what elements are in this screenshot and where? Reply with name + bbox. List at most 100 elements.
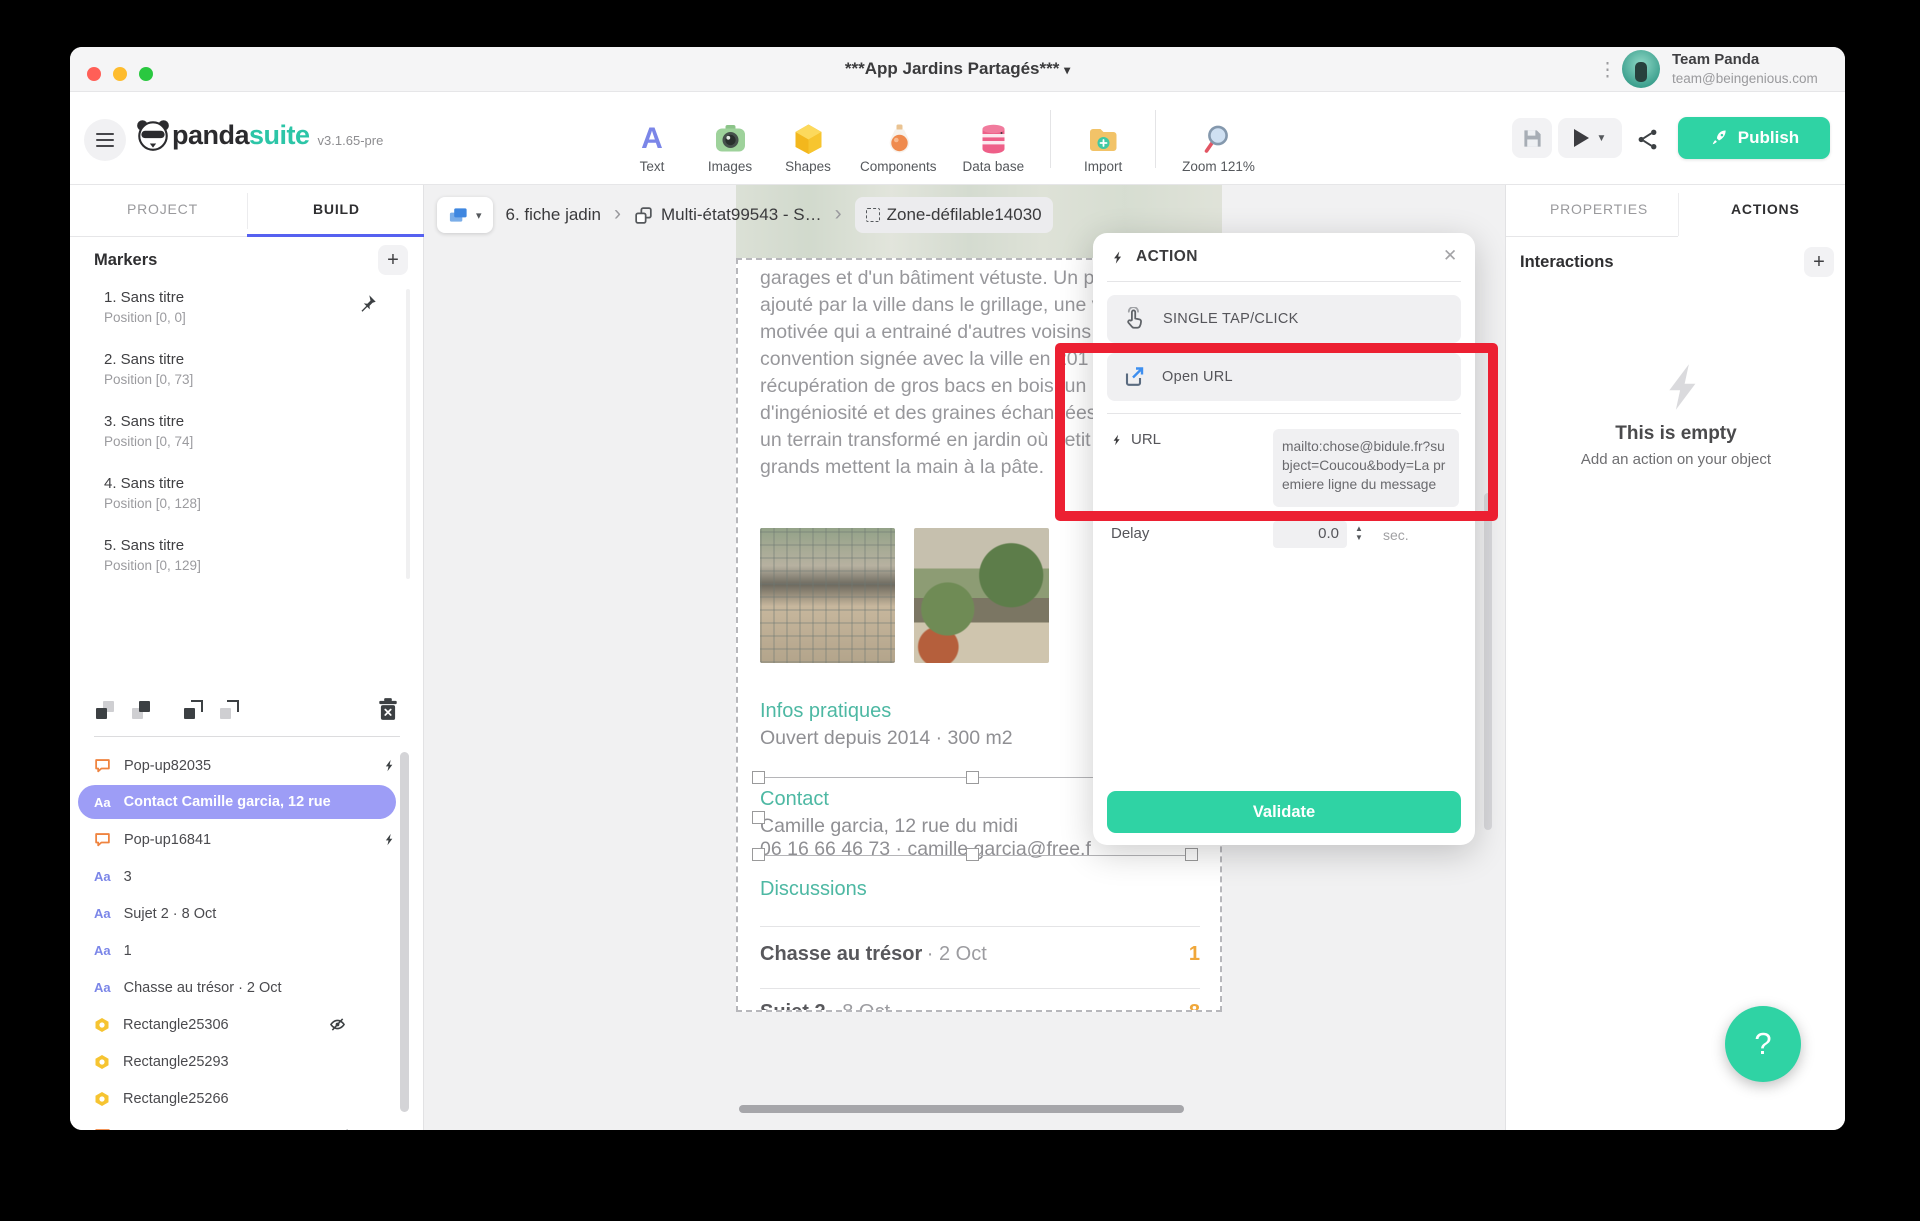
share-button[interactable] [1630, 122, 1664, 156]
bring-forward-icon[interactable] [130, 699, 152, 721]
paragraph-block[interactable]: garages et d'un bâtiment vétuste. Un p a… [760, 265, 1101, 481]
marker-item[interactable]: 5. Sans titrePosition [0, 129] [104, 537, 201, 573]
avatar[interactable] [1622, 50, 1660, 88]
discussion-row-clipped[interactable]: Sujet 2 · 8 Oct 8 [760, 1001, 1200, 1012]
layer-row[interactable]: Pop-up16841 [70, 821, 410, 858]
selection-handle[interactable] [966, 848, 979, 861]
more-options-icon[interactable]: ⋮ [1598, 59, 1617, 82]
contact-address[interactable]: Camille garcia, 12 rue du midi [760, 815, 1018, 838]
layer-row[interactable]: Aa 1 [70, 932, 410, 969]
layers-scrollbar[interactable] [400, 752, 409, 1112]
menu-button[interactable] [84, 119, 126, 161]
account-email: team@beingenious.com [1672, 71, 1818, 86]
popup-icon [94, 758, 111, 773]
tab-actions[interactable]: ACTIONS [1731, 201, 1800, 217]
layer-row[interactable]: Aa 3 [70, 858, 410, 895]
layer-row-selected[interactable]: Aa Contact Camille garcia, 12 rue [78, 785, 396, 819]
database-icon [977, 123, 1010, 155]
validate-button[interactable]: Validate [1107, 791, 1461, 833]
layer-row[interactable]: Rectangle25306 [70, 1006, 410, 1043]
marker-item[interactable]: 1. Sans titrePosition [0, 0] [104, 289, 186, 325]
layer-row[interactable]: Aa Sujet 2 · 8 Oct [70, 895, 410, 932]
discussions-title[interactable]: Discussions [760, 878, 867, 901]
bring-to-front-icon[interactable] [94, 699, 116, 721]
text-layer-icon: Aa [94, 980, 111, 995]
layer-row[interactable]: Rectangle25266 [70, 1080, 410, 1117]
left-sidebar-tabs: PROJECT BUILD [70, 185, 423, 237]
left-sidebar: PROJECT BUILD Markers + 1. Sans titrePos… [70, 185, 424, 1130]
selection-handle[interactable] [752, 771, 765, 784]
close-icon[interactable]: ✕ [1443, 246, 1457, 266]
delay-input[interactable]: 0.0 [1273, 521, 1347, 548]
selection-handle[interactable] [1185, 848, 1198, 861]
hexagon-icon [792, 123, 825, 155]
garden-photo-1[interactable] [760, 528, 895, 663]
selection-handle[interactable] [966, 771, 979, 784]
save-button[interactable] [1512, 118, 1552, 158]
garden-photo-2[interactable] [914, 528, 1049, 663]
infos-title[interactable]: Infos pratiques [760, 700, 891, 723]
marker-item[interactable]: 4. Sans titrePosition [0, 128] [104, 475, 201, 511]
publish-label: Publish [1738, 128, 1799, 148]
window-titlebar: ***App Jardins Partagés*** ▾ ⋮ Team Pand… [70, 47, 1845, 92]
breadcrumb-screen[interactable]: 6. fiche jadin [506, 205, 601, 225]
layer-row[interactable]: Pop-up82035 [70, 747, 410, 784]
tool-database[interactable]: Data base [963, 123, 1025, 174]
highlight-rectangle [1055, 343, 1498, 521]
send-to-back-icon[interactable] [218, 699, 240, 721]
add-interaction-button[interactable]: + [1804, 247, 1834, 277]
tab-divider [1678, 193, 1679, 236]
screen-selector[interactable]: ▾ [437, 197, 493, 233]
multistate-copy-icon [634, 206, 653, 225]
tab-build[interactable]: BUILD [313, 201, 360, 217]
play-dropdown-caret-icon[interactable]: ▼ [1597, 133, 1607, 144]
publish-button[interactable]: Publish [1678, 117, 1830, 159]
screenshot-stage: ***App Jardins Partagés*** ▾ ⋮ Team Pand… [0, 0, 1920, 1221]
tool-components[interactable]: Components [860, 123, 937, 174]
breadcrumb-zone[interactable]: Zone-défilable14030 [855, 197, 1053, 233]
text-layer-icon: Aa [94, 795, 111, 810]
share-icon [1636, 128, 1659, 151]
preview-play-button[interactable]: ▼ [1558, 118, 1622, 158]
toolbar-divider [1155, 110, 1156, 168]
window-title[interactable]: ***App Jardins Partagés*** ▾ [70, 59, 1845, 79]
text-tool-icon: A [641, 123, 663, 155]
infos-text[interactable]: Ouvert depuis 2014 · 300 m2 [760, 727, 1013, 750]
tool-images[interactable]: Images [704, 123, 756, 174]
discussion-row[interactable]: Chasse au trésor · 2 Oct 1 [760, 943, 1200, 966]
selection-handle[interactable] [752, 848, 765, 861]
delay-unit: sec. [1383, 527, 1409, 543]
add-marker-button[interactable]: + [378, 245, 408, 275]
delay-stepper[interactable]: ▲▼ [1355, 525, 1363, 541]
markers-scrollbar[interactable] [406, 289, 410, 579]
help-button[interactable]: ? [1725, 1006, 1801, 1082]
layer-row[interactable]: Rectangle25293 [70, 1043, 410, 1080]
trigger-label: SINGLE TAP/CLICK [1163, 311, 1299, 327]
send-backward-icon[interactable] [182, 699, 204, 721]
marker-item[interactable]: 3. Sans titrePosition [0, 74] [104, 413, 193, 449]
tool-shapes[interactable]: Shapes [782, 123, 834, 174]
avatar-figure [1635, 62, 1647, 82]
tab-project[interactable]: PROJECT [127, 201, 198, 217]
tab-properties[interactable]: PROPERTIES [1550, 201, 1648, 217]
potion-flask-icon [882, 123, 915, 155]
tool-text[interactable]: A Text [626, 123, 678, 174]
shape-layer-icon [94, 1054, 110, 1070]
tool-import[interactable]: Import [1077, 123, 1129, 174]
tab-bottom-border [1506, 236, 1678, 237]
contact-phone[interactable]: 06 16 66 46 73 · camille.garcia@free.f [760, 838, 1091, 861]
contact-title[interactable]: Contact [760, 788, 829, 811]
canvas-horizontal-scrollbar[interactable] [739, 1105, 1184, 1113]
delete-layer-icon[interactable] [376, 697, 400, 721]
layer-row[interactable]: Pop-up24772 [70, 1117, 410, 1130]
text-layer-icon: Aa [94, 906, 111, 921]
brand-logo[interactable]: pandasuite v3.1.65-pre [134, 116, 383, 154]
marker-item[interactable]: 2. Sans titrePosition [0, 73] [104, 351, 193, 387]
canvas-vertical-scrollbar[interactable] [1484, 493, 1492, 830]
tool-zoom[interactable]: Zoom 121% [1182, 123, 1255, 174]
layer-row[interactable]: Aa Chasse au trésor · 2 Oct [70, 969, 410, 1006]
pin-icon[interactable] [356, 293, 378, 315]
trigger-row[interactable]: SINGLE TAP/CLICK [1107, 295, 1461, 343]
breadcrumb-multistate[interactable]: Multi-état99543 - S… [634, 205, 822, 225]
selection-handle[interactable] [752, 811, 765, 824]
